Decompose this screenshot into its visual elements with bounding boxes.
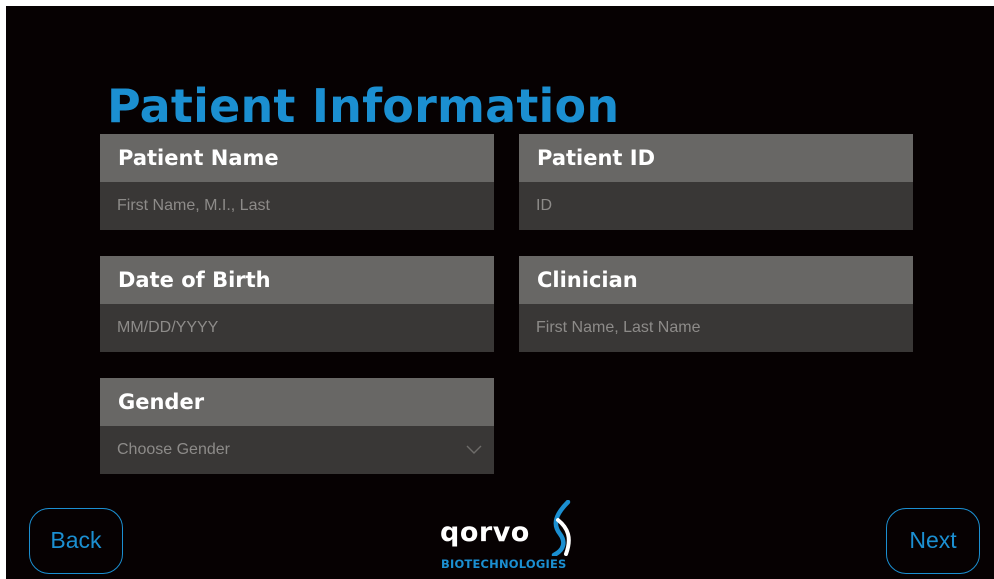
clinician-label: Clinician: [519, 256, 913, 304]
chevron-down-icon: [466, 445, 482, 454]
logo-wordmark: qorvo: [440, 517, 530, 548]
date-of-birth-label: Date of Birth: [100, 256, 494, 304]
patient-information-screen: Patient Information Patient Name First N…: [6, 6, 994, 579]
patient-id-label: Patient ID: [519, 134, 913, 182]
gender-label: Gender: [100, 378, 494, 426]
logo-subtitle: BIOTECHNOLOGIES: [441, 557, 567, 571]
back-button[interactable]: Back: [29, 508, 123, 574]
patient-id-input[interactable]: ID: [519, 182, 913, 230]
gender-select-value: Choose Gender: [117, 441, 230, 458]
patient-id-field: Patient ID ID: [519, 134, 913, 230]
helix-mark-icon: [551, 500, 571, 556]
clinician-input[interactable]: First Name, Last Name: [519, 304, 913, 352]
qorvo-logo: qorvo BIOTECHNOLOGIES: [436, 500, 586, 572]
page-title: Patient Information: [107, 79, 620, 133]
patient-name-field: Patient Name First Name, M.I., Last: [100, 134, 494, 230]
date-of-birth-input[interactable]: MM/DD/YYYY: [100, 304, 494, 352]
clinician-field: Clinician First Name, Last Name: [519, 256, 913, 352]
gender-field: Gender Choose Gender: [100, 378, 494, 474]
patient-name-input[interactable]: First Name, M.I., Last: [100, 182, 494, 230]
next-button[interactable]: Next: [886, 508, 980, 574]
date-of-birth-field: Date of Birth MM/DD/YYYY: [100, 256, 494, 352]
patient-name-label: Patient Name: [100, 134, 494, 182]
gender-select[interactable]: Choose Gender: [100, 426, 494, 474]
